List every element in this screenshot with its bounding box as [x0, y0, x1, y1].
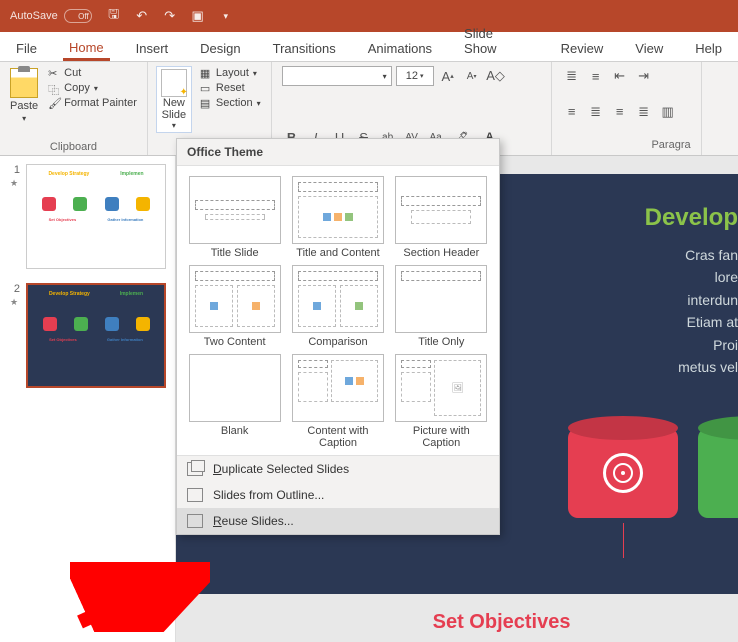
- clipboard-group: Paste ▾ ✂Cut ⿻Copy ▾ 🖌Format Painter Cli…: [0, 62, 148, 155]
- cut-button[interactable]: ✂Cut: [46, 66, 139, 80]
- chevron-down-icon[interactable]: ▾: [172, 121, 176, 130]
- autosave-label: AutoSave: [10, 10, 58, 22]
- redo-icon[interactable]: ↷: [162, 8, 178, 24]
- paragraph-group-label: Paragra: [562, 137, 691, 151]
- layout-two-content[interactable]: Two Content: [187, 265, 282, 348]
- tab-view[interactable]: View: [629, 36, 669, 61]
- duplicate-slides-option[interactable]: Duplicate Selected Slides: [177, 456, 499, 482]
- customize-qat-icon[interactable]: ▾: [218, 8, 234, 24]
- slides-from-outline-option[interactable]: Slides from Outline...: [177, 482, 499, 508]
- save-icon[interactable]: 🖫: [106, 8, 122, 24]
- thumbnail-number: 1: [8, 164, 20, 176]
- paste-button[interactable]: Paste ▾: [8, 66, 40, 125]
- green-cylinder-shape[interactable]: [698, 428, 738, 518]
- new-slide-label: NewSlide: [162, 97, 186, 121]
- reset-icon: ▭: [200, 82, 212, 94]
- layout-section-header[interactable]: Section Header: [394, 176, 489, 259]
- duplicate-icon: [187, 462, 203, 476]
- font-family-select[interactable]: ▾: [282, 66, 392, 86]
- slide-thumbnail[interactable]: 2 ★ Develop StrategyImplemen Set Objectiv…: [4, 283, 171, 388]
- numbering-button[interactable]: ≡: [586, 66, 606, 86]
- paragraph-group: ≣ ≡ ⇤ ⇥ ≡ ≣ ≡ ≣ ▥ Paragra: [552, 62, 702, 155]
- new-slide-dropdown: Office Theme Title Slide Title and Conte…: [176, 138, 500, 535]
- align-right-button[interactable]: ≡: [610, 102, 630, 122]
- tab-home[interactable]: Home: [63, 35, 110, 61]
- align-left-button[interactable]: ≡: [562, 102, 582, 122]
- thumbnail-image[interactable]: Develop StrategyImplemen Set ObjectivesG…: [26, 283, 166, 388]
- autosave-switch[interactable]: Off: [64, 9, 92, 23]
- connector-line: [623, 523, 624, 558]
- tab-animations[interactable]: Animations: [362, 36, 438, 61]
- section-icon: ▤: [200, 97, 212, 109]
- bullets-button[interactable]: ≣: [562, 66, 582, 86]
- decrease-indent-button[interactable]: ⇤: [610, 66, 630, 86]
- chevron-down-icon[interactable]: ▾: [22, 114, 26, 123]
- layout-icon: ▦: [200, 67, 212, 79]
- present-icon[interactable]: ▣: [190, 8, 206, 24]
- justify-button[interactable]: ≣: [634, 102, 654, 122]
- section-label[interactable]: Set Objectives: [433, 611, 571, 634]
- section-button[interactable]: ▤Section ▾: [198, 96, 263, 110]
- copy-icon: ⿻: [48, 82, 60, 94]
- layout-title-content[interactable]: Title and Content: [290, 176, 385, 259]
- tab-review[interactable]: Review: [555, 36, 610, 61]
- scissors-icon: ✂: [48, 67, 60, 79]
- thumbnail-image[interactable]: Develop StrategyImplemen Set ObjectivesG…: [26, 164, 166, 269]
- layout-blank[interactable]: Blank: [187, 354, 282, 449]
- brush-icon: 🖌: [48, 97, 60, 109]
- reuse-icon: [187, 514, 203, 528]
- paste-icon: [10, 68, 38, 98]
- red-cylinder-shape[interactable]: [568, 428, 678, 518]
- quick-access-toolbar: 🖫 ↶ ↷ ▣ ▾: [106, 8, 234, 24]
- new-slide-button[interactable]: NewSlide ▾: [156, 66, 192, 133]
- animation-indicator-icon: ★: [10, 297, 18, 308]
- title-bar: AutoSave Off 🖫 ↶ ↷ ▣ ▾: [0, 0, 738, 32]
- paste-label: Paste: [10, 100, 38, 112]
- undo-icon[interactable]: ↶: [134, 8, 150, 24]
- target-icon: [603, 453, 643, 493]
- copy-button[interactable]: ⿻Copy ▾: [46, 81, 139, 95]
- layout-picture-caption[interactable]: 🖼 Picture with Caption: [394, 354, 489, 449]
- align-center-button[interactable]: ≣: [586, 102, 606, 122]
- increase-font-icon[interactable]: A▴: [438, 66, 458, 86]
- ribbon-tabs: File Home Insert Design Transitions Anim…: [0, 32, 738, 62]
- tab-file[interactable]: File: [10, 36, 43, 61]
- columns-button[interactable]: ▥: [658, 102, 678, 122]
- animation-indicator-icon: ★: [10, 178, 18, 189]
- slide-thumbnail[interactable]: 1 ★ Develop StrategyImplemen Set Objectiv…: [4, 164, 171, 269]
- autosave-toggle[interactable]: AutoSave Off: [10, 9, 92, 23]
- dropdown-header: Office Theme: [177, 139, 499, 166]
- layout-content-caption[interactable]: Content with Caption: [290, 354, 385, 449]
- tab-design[interactable]: Design: [194, 36, 246, 61]
- decrease-font-icon[interactable]: A▾: [462, 66, 482, 86]
- tab-transitions[interactable]: Transitions: [267, 36, 342, 61]
- font-size-select[interactable]: 12▾: [396, 66, 434, 86]
- tab-insert[interactable]: Insert: [130, 36, 175, 61]
- increase-indent-button[interactable]: ⇥: [634, 66, 654, 86]
- image-placeholder-icon: 🖼: [451, 383, 464, 394]
- clear-formatting-icon[interactable]: A◇: [486, 66, 506, 86]
- layout-button[interactable]: ▦Layout ▾: [198, 66, 263, 80]
- tab-slideshow[interactable]: Slide Show: [458, 21, 535, 61]
- reset-button[interactable]: ▭Reset: [198, 81, 263, 95]
- reuse-slides-option[interactable]: Reuse Slides...: [177, 508, 499, 534]
- format-painter-button[interactable]: 🖌Format Painter: [46, 96, 139, 110]
- clipboard-group-label: Clipboard: [8, 139, 139, 153]
- layout-comparison[interactable]: Comparison: [290, 265, 385, 348]
- dropdown-footer: Duplicate Selected Slides Slides from Ou…: [177, 455, 499, 534]
- new-slide-icon: [161, 69, 187, 97]
- outline-icon: [187, 488, 203, 502]
- layout-title-slide[interactable]: Title Slide: [187, 176, 282, 259]
- layout-title-only[interactable]: Title Only: [394, 265, 489, 348]
- thumbnail-number: 2: [8, 283, 20, 295]
- layout-grid: Title Slide Title and Content Section He…: [177, 166, 499, 455]
- thumbnail-panel: 1 ★ Develop StrategyImplemen Set Objectiv…: [0, 156, 176, 642]
- tab-help[interactable]: Help: [689, 36, 728, 61]
